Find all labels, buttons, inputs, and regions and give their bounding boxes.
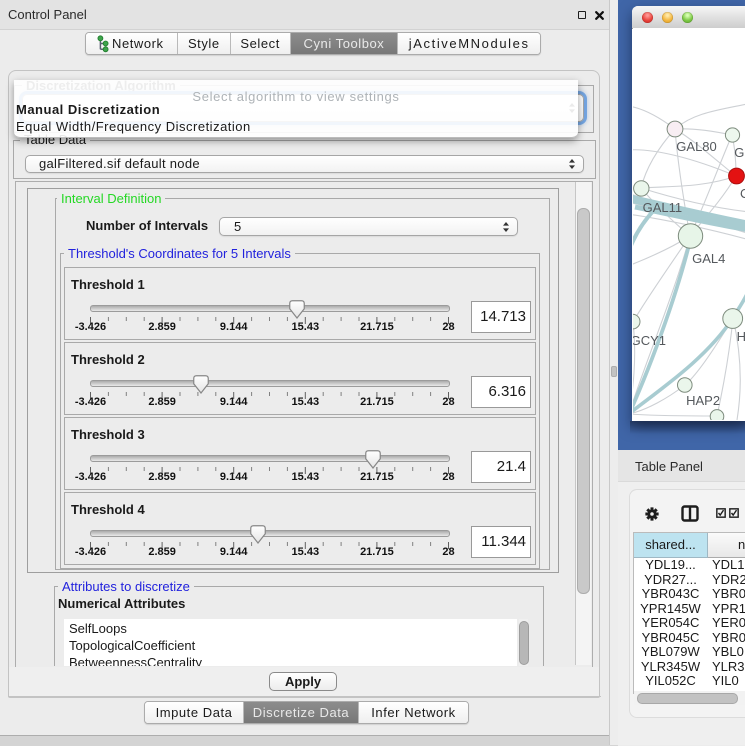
svg-text:GCY1: GCY1 — [633, 333, 666, 348]
svg-text:GAL80: GAL80 — [676, 139, 716, 154]
svg-text:GAL11: GAL11 — [643, 200, 683, 215]
svg-text:G: G — [734, 145, 744, 160]
svg-text:GAL4: GAL4 — [692, 251, 725, 266]
svg-text:HAP2: HAP2 — [686, 393, 720, 408]
svg-text:H: H — [737, 329, 745, 344]
svg-text:C: C — [740, 186, 745, 201]
